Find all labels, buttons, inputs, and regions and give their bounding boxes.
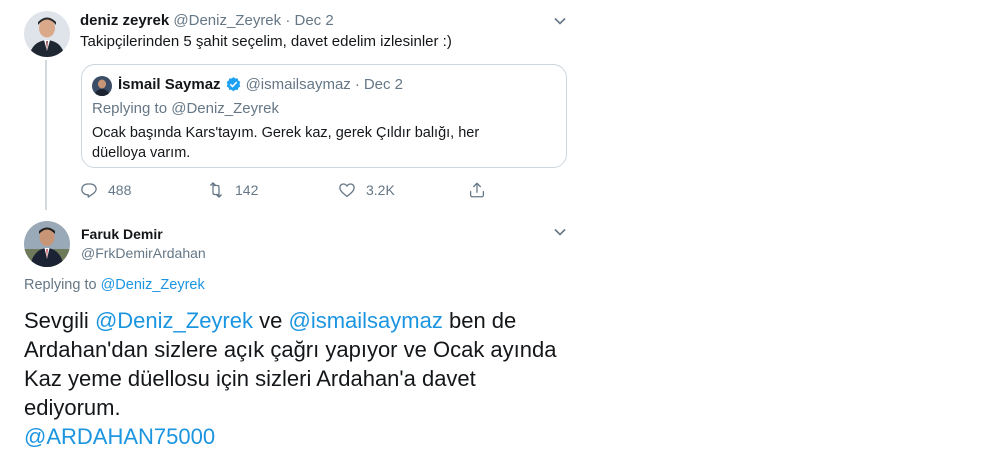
chevron-down-icon[interactable] <box>553 225 567 239</box>
thread-line <box>45 60 47 210</box>
separator: · <box>354 76 360 93</box>
reply-icon <box>81 183 97 198</box>
like-count: 3.2K <box>366 182 395 198</box>
quoted-replying-to: Replying to @Deniz_Zeyrek <box>92 100 279 117</box>
reply-count: 488 <box>108 182 132 198</box>
author-handle[interactable]: @Deniz_Zeyrek <box>173 12 281 29</box>
body-text: ve <box>259 308 283 333</box>
retweet-count: 142 <box>235 182 259 198</box>
quoted-author-name: İsmail Saymaz <box>118 76 221 93</box>
mention-link[interactable]: @Deniz_Zeyrek <box>95 308 253 333</box>
avatar[interactable] <box>24 11 70 57</box>
mention-link[interactable]: @ARDAHAN75000 <box>24 424 215 449</box>
author-handle[interactable]: @FrkDemirArdahan <box>81 245 206 261</box>
replying-to-handle: @Deniz_Zeyrek <box>171 100 279 117</box>
mention-link[interactable]: @ismailsaymaz <box>289 308 443 333</box>
share-button[interactable] <box>468 181 486 199</box>
separator: · <box>285 12 291 29</box>
heart-icon <box>339 183 355 198</box>
retweet-icon <box>210 182 222 198</box>
quoted-header: İsmail Saymaz @ismailsaymaz · Dec 2 <box>118 76 403 93</box>
quoted-date: Dec 2 <box>363 76 403 93</box>
author-name[interactable]: deniz zeyrek <box>80 12 169 29</box>
avatar[interactable] <box>24 221 70 267</box>
share-icon <box>469 182 485 198</box>
like-button[interactable]: 3.2K <box>338 181 395 199</box>
timeline: deniz zeyrek @Deniz_Zeyrek · Dec 2 Takip… <box>0 0 576 450</box>
tweet-text: Takipçilerinden 5 şahit seçelim, davet e… <box>80 33 452 50</box>
body-text: Sevgili <box>24 308 89 333</box>
tweet-date[interactable]: Dec 2 <box>295 12 334 29</box>
quoted-author-handle: @ismailsaymaz <box>245 76 351 93</box>
tweet-header: deniz zeyrek @Deniz_Zeyrek · Dec 2 <box>80 12 334 29</box>
reply-button[interactable]: 488 <box>80 181 131 199</box>
quoted-tweet[interactable]: İsmail Saymaz @ismailsaymaz · Dec 2 Repl… <box>81 64 567 168</box>
quoted-avatar <box>92 76 112 96</box>
replying-to-label: Replying to <box>92 100 168 117</box>
quoted-text: Ocak başında Kars'tayım. Gerek kaz, gere… <box>92 125 480 161</box>
chevron-down-icon[interactable] <box>553 14 567 28</box>
replying-to-handle[interactable]: @Deniz_Zeyrek <box>101 277 205 293</box>
tweet-body: Sevgili @Deniz_Zeyrek ve @ismailsaymaz b… <box>24 306 564 450</box>
replying-to: Replying to @Deniz_Zeyrek <box>24 277 205 293</box>
retweet-button[interactable]: 142 <box>207 181 258 199</box>
author-name[interactable]: Faruk Demir <box>81 226 163 242</box>
replying-to-label: Replying to <box>24 277 97 293</box>
verified-icon <box>226 77 240 92</box>
